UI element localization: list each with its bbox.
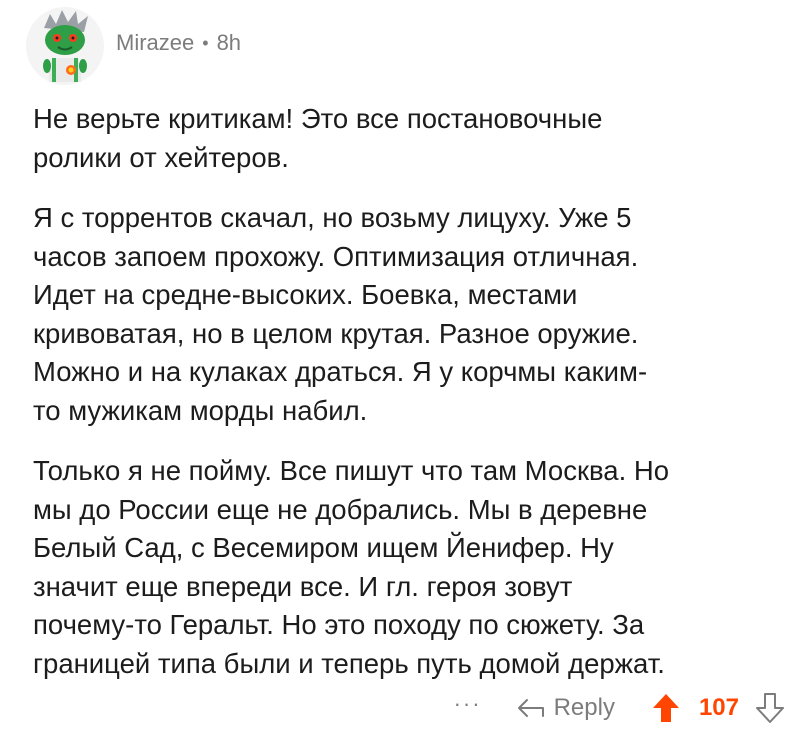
comment: Mirazee • 8h Не верьте критикам! Это все… <box>0 0 811 741</box>
comment-age: 8h <box>216 30 242 55</box>
reply-label: Reply <box>553 694 615 721</box>
avatar[interactable] <box>24 6 106 86</box>
downvote-button[interactable] <box>755 692 785 724</box>
vote-score: 107 <box>698 694 739 721</box>
comment-meta: Mirazee • 8h <box>116 30 241 56</box>
reply-button[interactable]: Reply <box>516 694 615 722</box>
comment-paragraph-3: Только я не пойму. Все пишут что там Мос… <box>33 455 670 679</box>
comment-body: Не верьте критикам! Это все постановочны… <box>33 100 793 705</box>
downvote-arrow-icon <box>756 693 784 723</box>
comment-paragraph-1: Не верьте критикам! Это все постановочны… <box>33 103 603 173</box>
upvote-arrow-icon <box>652 694 679 722</box>
comment-actions: ··· Reply 107 <box>454 686 785 730</box>
more-options-button[interactable]: ··· <box>454 691 482 717</box>
reply-arrow-icon <box>517 699 544 717</box>
comment-header: Mirazee • 8h <box>24 6 241 86</box>
upvote-button[interactable] <box>651 692 681 724</box>
author-name[interactable]: Mirazee <box>116 30 194 56</box>
snoo-avatar-icon <box>26 7 104 85</box>
comment-paragraph-2: Я с торрентов скачал, но возьму лицуху. … <box>33 202 648 426</box>
meta-separator: • <box>202 32 209 53</box>
